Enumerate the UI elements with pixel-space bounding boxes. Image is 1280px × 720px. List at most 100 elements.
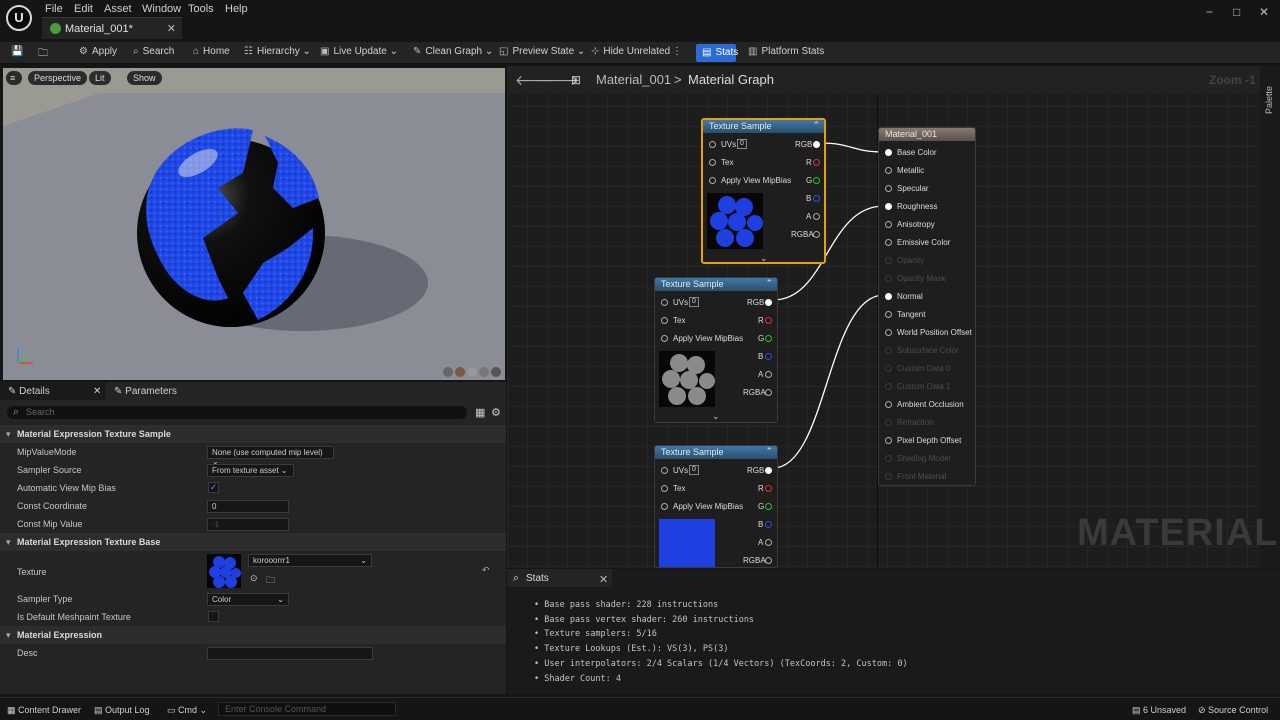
a-output-pin[interactable] xyxy=(813,213,820,220)
texture-thumbnail[interactable] xyxy=(207,554,241,588)
sampler-type-dropdown[interactable]: Color ⌄ xyxy=(207,593,289,606)
save-icon[interactable]: 💾 xyxy=(11,46,23,57)
section-texture-base[interactable]: ▾ Material Expression Texture Base xyxy=(0,533,506,551)
g-output-pin[interactable] xyxy=(813,177,820,184)
tab-details[interactable]: ✎ Details ✕ xyxy=(0,382,106,400)
viewport-menu-button[interactable]: ≡ xyxy=(6,71,22,85)
expand-node-icon[interactable]: ⌄ xyxy=(712,411,720,422)
material-input-pin[interactable] xyxy=(885,383,892,390)
r-output-pin[interactable] xyxy=(765,317,772,324)
material-input-pin[interactable] xyxy=(885,455,892,462)
uv-index-input[interactable]: 0 xyxy=(689,465,699,475)
sampler-source-dropdown[interactable]: From texture asset ⌄ xyxy=(207,464,294,477)
unsaved-button[interactable]: ▤ 6 Unsaved xyxy=(1132,705,1186,716)
preview-viewport[interactable]: ≡ Perspective Lit Show xyxy=(3,68,505,380)
material-input-pin[interactable] xyxy=(885,311,892,318)
content-drawer-button[interactable]: ▦ Content Drawer xyxy=(7,705,81,716)
console-command-input[interactable]: Enter Console Command xyxy=(218,702,396,716)
rgba-output-pin[interactable] xyxy=(765,557,772,564)
auto-view-mip-bias-checkbox[interactable]: ✓ xyxy=(208,482,219,493)
desc-input[interactable] xyxy=(207,647,373,660)
home-button[interactable]: ⌂ Home xyxy=(193,46,230,57)
cmd-dropdown[interactable]: ▭ Cmd ⌄ xyxy=(167,705,207,716)
clean-graph-button[interactable]: ✎ Clean Graph ⌄ xyxy=(413,46,493,57)
material-input-pin[interactable] xyxy=(885,185,892,192)
preview-shape-icons[interactable] xyxy=(443,367,503,378)
tab-stats[interactable]: ⌕ Stats ✕ xyxy=(507,569,612,587)
r-output-pin[interactable] xyxy=(765,485,772,492)
b-output-pin[interactable] xyxy=(765,353,772,360)
uvs-input-pin[interactable] xyxy=(661,467,668,474)
uv-index-input[interactable]: 0 xyxy=(689,297,699,307)
cylinder-icon[interactable] xyxy=(443,367,453,377)
material-input-pin[interactable] xyxy=(885,257,892,264)
material-input-pin[interactable] xyxy=(885,473,892,480)
default-meshpaint-checkbox[interactable] xyxy=(208,611,219,622)
menu-tools[interactable]: Tools xyxy=(188,3,214,15)
section-material-expression[interactable]: ▾ Material Expression xyxy=(0,626,506,644)
texture-sample-node-2[interactable]: Texture Sample ⌃ UVs 0 Tex Apply View Mip… xyxy=(654,277,778,423)
const-mip-value-input[interactable]: -1 xyxy=(207,518,289,531)
tex-input-pin[interactable] xyxy=(709,159,716,166)
close-window-icon[interactable]: ✕ xyxy=(1259,5,1269,19)
tab-parameters[interactable]: ✎ Parameters xyxy=(114,382,234,400)
const-coordinate-input[interactable]: 0 xyxy=(207,500,289,513)
rgb-output-pin[interactable] xyxy=(765,299,772,306)
menu-help[interactable]: Help xyxy=(225,3,248,15)
mip-value-mode-dropdown[interactable]: None (use computed mip level) ⌄ xyxy=(207,446,334,466)
settings-gear-icon[interactable]: ⚙ xyxy=(491,406,501,419)
material-input-pin[interactable] xyxy=(885,365,892,372)
rgb-output-pin[interactable] xyxy=(813,141,820,148)
material-input-pin[interactable] xyxy=(885,419,892,426)
mipbias-input-pin[interactable] xyxy=(709,177,716,184)
apply-button[interactable]: ⚙ Apply xyxy=(79,46,117,57)
material-input-pin[interactable] xyxy=(885,329,892,336)
texture-asset-dropdown[interactable]: korooorrr1 ⌄ xyxy=(248,554,372,567)
mipbias-input-pin[interactable] xyxy=(661,335,668,342)
sphere-icon[interactable] xyxy=(455,367,465,377)
unreal-logo-icon[interactable]: U xyxy=(6,5,32,31)
use-selected-asset-icon[interactable]: ⊙ xyxy=(250,573,258,584)
preview-state-button[interactable]: ◱ Preview State ⌄ xyxy=(499,46,585,57)
perspective-button[interactable]: Perspective xyxy=(28,71,88,85)
search-button[interactable]: ⌕ Search xyxy=(133,46,174,57)
live-update-button[interactable]: ▣ Live Update ⌄ xyxy=(320,46,398,57)
r-output-pin[interactable] xyxy=(813,159,820,166)
source-control-button[interactable]: ⊘ Source Control xyxy=(1198,705,1268,716)
material-input-pin[interactable] xyxy=(885,167,892,174)
tex-input-pin[interactable] xyxy=(661,485,668,492)
rgba-output-pin[interactable] xyxy=(765,389,772,396)
teapot-icon[interactable] xyxy=(491,367,501,377)
material-graph[interactable]: 🡐 🡒 ⊞ Material_001 > Material Graph Zoom… xyxy=(507,66,1280,568)
rgba-output-pin[interactable] xyxy=(813,231,820,238)
plane-icon[interactable] xyxy=(467,367,477,377)
section-texture-sample[interactable]: ▾ Material Expression Texture Sample xyxy=(0,425,506,443)
material-input-pin[interactable] xyxy=(885,437,892,444)
menu-edit[interactable]: Edit xyxy=(74,3,93,15)
menu-window[interactable]: Window xyxy=(142,3,181,15)
expand-node-icon[interactable]: ⌄ xyxy=(760,253,768,264)
material-input-pin[interactable] xyxy=(885,293,892,300)
collapse-node-icon[interactable]: ⌃ xyxy=(812,120,820,131)
texture-sample-node-3[interactable]: Texture Sample ⌃ UVs 0 Tex Apply View Mip… xyxy=(654,445,778,568)
material-output-node[interactable]: Material_001 Base Color Metallic Specular R… xyxy=(878,127,976,486)
material-input-pin[interactable] xyxy=(885,221,892,228)
g-output-pin[interactable] xyxy=(765,335,772,342)
tab-material[interactable]: Material_001* ✕ xyxy=(42,17,182,39)
stats-button[interactable]: ▤ Stats xyxy=(696,44,738,62)
a-output-pin[interactable] xyxy=(765,371,772,378)
output-log-button[interactable]: ▤ Output Log xyxy=(94,705,150,716)
tex-input-pin[interactable] xyxy=(661,317,668,324)
b-output-pin[interactable] xyxy=(765,521,772,528)
b-output-pin[interactable] xyxy=(813,195,820,202)
material-input-pin[interactable] xyxy=(885,203,892,210)
mipbias-input-pin[interactable] xyxy=(661,503,668,510)
menu-file[interactable]: File xyxy=(45,3,63,15)
maximize-icon[interactable]: □ xyxy=(1233,5,1240,19)
more-options-icon[interactable]: ⋮ xyxy=(672,46,682,57)
material-input-pin[interactable] xyxy=(885,347,892,354)
collapse-node-icon[interactable]: ⌃ xyxy=(765,446,773,457)
reset-to-default-icon[interactable]: ↶ xyxy=(482,565,490,576)
a-output-pin[interactable] xyxy=(765,539,772,546)
material-input-pin[interactable] xyxy=(885,149,892,156)
